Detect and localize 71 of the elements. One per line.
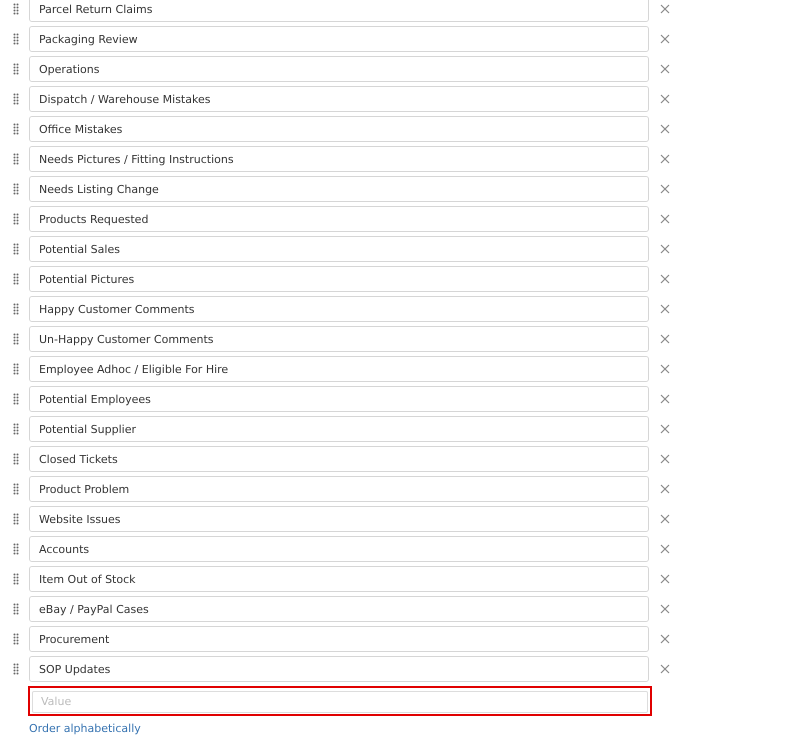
- option-field[interactable]: Dispatch / Warehouse Mistakes: [29, 86, 649, 112]
- drag-handle-icon[interactable]: [13, 333, 19, 345]
- close-icon[interactable]: [660, 274, 670, 284]
- option-field[interactable]: Needs Listing Change: [29, 176, 649, 202]
- option-field[interactable]: Item Out of Stock: [29, 566, 649, 592]
- option-field[interactable]: Packaging Review: [29, 26, 649, 52]
- close-icon[interactable]: [660, 574, 670, 584]
- option-field[interactable]: Website Issues: [29, 506, 649, 532]
- drag-handle-icon[interactable]: [13, 603, 19, 615]
- close-icon[interactable]: [660, 604, 670, 614]
- close-icon[interactable]: [660, 94, 670, 104]
- close-icon[interactable]: [660, 244, 670, 254]
- drag-handle-icon[interactable]: [13, 513, 19, 525]
- drag-handle-icon[interactable]: [13, 33, 19, 45]
- drag-handle-icon[interactable]: [13, 183, 19, 195]
- close-icon[interactable]: [660, 124, 670, 134]
- drag-handle-icon[interactable]: [13, 3, 19, 15]
- option-field[interactable]: Un-Happy Customer Comments: [29, 326, 649, 352]
- option-field[interactable]: Product Problem: [29, 476, 649, 502]
- drag-handle-icon[interactable]: [13, 453, 19, 465]
- option-field[interactable]: Accounts: [29, 536, 649, 562]
- drag-handle-icon[interactable]: [13, 303, 19, 315]
- drag-handle-icon[interactable]: [13, 363, 19, 375]
- drag-handle-icon[interactable]: [13, 663, 19, 675]
- drag-handle-icon[interactable]: [13, 153, 19, 165]
- close-icon[interactable]: [660, 154, 670, 164]
- close-icon[interactable]: [660, 454, 670, 464]
- option-field[interactable]: Closed Tickets: [29, 446, 649, 472]
- close-icon[interactable]: [660, 214, 670, 224]
- close-icon[interactable]: [660, 334, 670, 344]
- option-field[interactable]: eBay / PayPal Cases: [29, 596, 649, 622]
- option-field[interactable]: Potential Sales: [29, 236, 649, 262]
- option-field[interactable]: Employee Adhoc / Eligible For Hire: [29, 356, 649, 382]
- drag-handle-icon[interactable]: [13, 123, 19, 135]
- new-value-field[interactable]: Value: [32, 690, 648, 712]
- option-field[interactable]: Parcel Return Claims: [29, 0, 649, 22]
- drag-handle-icon[interactable]: [13, 543, 19, 555]
- close-icon[interactable]: [660, 304, 670, 314]
- option-field[interactable]: Potential Employees: [29, 386, 649, 412]
- drag-handle-icon[interactable]: [13, 63, 19, 75]
- close-icon[interactable]: [660, 634, 670, 644]
- close-icon[interactable]: [660, 4, 670, 14]
- close-icon[interactable]: [660, 424, 670, 434]
- drag-handle-icon[interactable]: [13, 273, 19, 285]
- option-field[interactable]: Potential Pictures: [29, 266, 649, 292]
- drag-handle-icon[interactable]: [13, 243, 19, 255]
- close-icon[interactable]: [660, 64, 670, 74]
- close-icon[interactable]: [660, 544, 670, 554]
- close-icon[interactable]: [660, 34, 670, 44]
- close-icon[interactable]: [660, 364, 670, 374]
- drag-handle-icon[interactable]: [13, 573, 19, 585]
- drag-handle-icon[interactable]: [13, 633, 19, 645]
- option-field[interactable]: Potential Supplier: [29, 416, 649, 442]
- option-field[interactable]: Operations: [29, 56, 649, 82]
- drag-handle-icon[interactable]: [13, 393, 19, 405]
- option-field[interactable]: SOP Updates: [29, 656, 649, 682]
- drag-handle-icon[interactable]: [13, 483, 19, 495]
- option-field[interactable]: Needs Pictures / Fitting Instructions: [29, 146, 649, 172]
- close-icon[interactable]: [660, 184, 670, 194]
- order-alphabetically-link[interactable]: Order alphabetically: [29, 722, 141, 735]
- drag-handle-icon[interactable]: [13, 93, 19, 105]
- drag-handle-icon[interactable]: [13, 213, 19, 225]
- option-field[interactable]: Happy Customer Comments: [29, 296, 649, 322]
- close-icon[interactable]: [660, 394, 670, 404]
- close-icon[interactable]: [660, 514, 670, 524]
- close-icon[interactable]: [660, 484, 670, 494]
- option-field[interactable]: Office Mistakes: [29, 116, 649, 142]
- option-field[interactable]: Products Requested: [29, 206, 649, 232]
- close-icon[interactable]: [660, 664, 670, 674]
- option-field[interactable]: Procurement: [29, 626, 649, 652]
- drag-handle-icon[interactable]: [13, 423, 19, 435]
